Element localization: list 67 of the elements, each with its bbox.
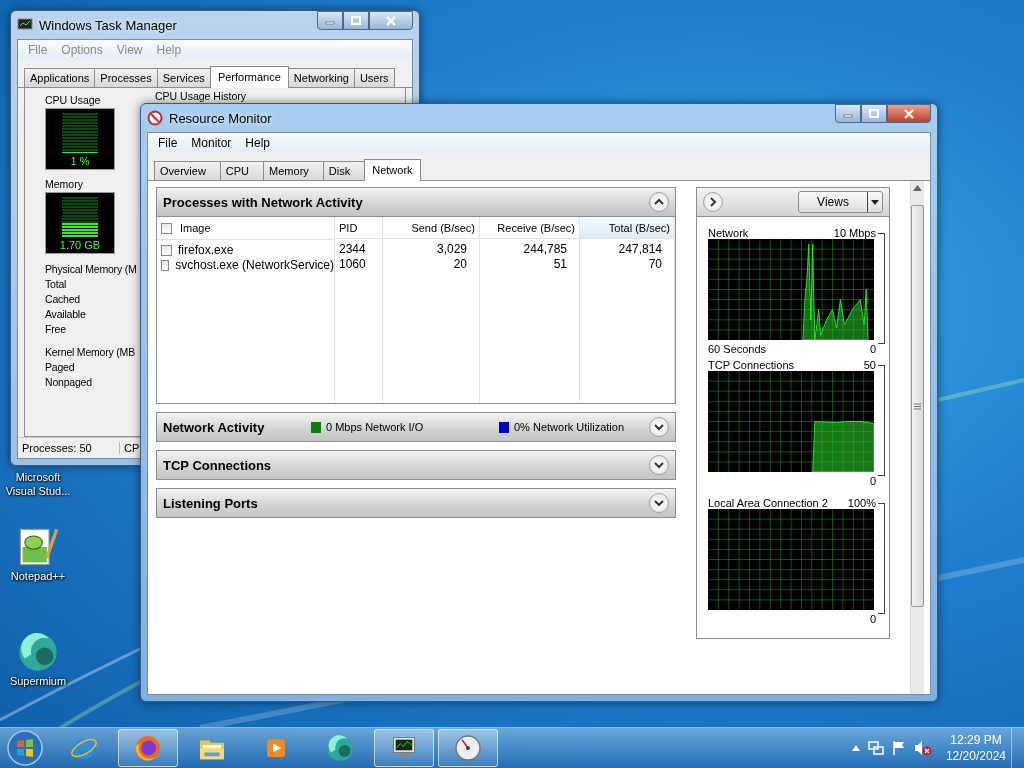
section-title: Network Activity: [163, 419, 266, 435]
tab[interactable]: Users: [353, 68, 395, 87]
meter-reading: 1 %: [70, 155, 90, 167]
menu-item[interactable]: Help: [239, 135, 277, 151]
tab[interactable]: Memory: [263, 161, 324, 180]
section-header[interactable]: Listening Ports: [156, 488, 676, 518]
window-title: Resource Monitor: [169, 110, 272, 126]
scale-max: 100%: [847, 497, 876, 509]
desktop-icon-label[interactable]: Supermium: [1, 674, 75, 688]
section-header[interactable]: Processes with Network Activity: [156, 187, 676, 217]
column-header[interactable]: Total (B/sec): [580, 217, 674, 239]
table-cell-text: 20: [452, 257, 468, 272]
table-cell-text: 2344: [338, 242, 367, 257]
stat-label: Total: [45, 277, 67, 292]
table-cell: firefox.exe: [178, 243, 234, 258]
menu-item[interactable]: Monitor: [185, 135, 238, 151]
stat-label: Paged: [45, 360, 75, 375]
desktop-icon-label[interactable]: Notepad++: [1, 569, 75, 583]
tab[interactable]: Applications: [24, 68, 96, 87]
table-cell-text: 51: [552, 257, 568, 272]
desktop-icon-label[interactable]: Microsoft Visual Stud...: [1, 470, 75, 498]
scale-min: 0: [869, 475, 876, 487]
tab[interactable]: Network: [364, 159, 421, 181]
stat-label: Nonpaged: [45, 375, 92, 390]
views-button[interactable]: Views: [798, 191, 883, 213]
table-cell: svchost.exe (NetworkService): [175, 258, 334, 273]
scale-min: 0: [869, 343, 876, 355]
stat-label: Free: [45, 322, 66, 337]
scale-min: 0: [869, 613, 876, 625]
clock-date[interactable]: 12/20/2024: [945, 748, 1006, 764]
graph-title: Network: [708, 227, 749, 239]
tab[interactable]: Disk: [322, 161, 366, 180]
stat-label: Available: [45, 307, 86, 322]
legend-label: 0 Mbps Network I/O: [326, 421, 424, 433]
legend-label: 0% Network Utilization: [514, 421, 625, 433]
section-title: Listening Ports: [163, 495, 259, 511]
tab[interactable]: Services: [156, 68, 211, 87]
tab[interactable]: Processes: [94, 68, 158, 87]
window-title: Windows Task Manager: [39, 17, 177, 33]
scale-max: 10 Mbps: [833, 227, 876, 239]
graph-title: Local Area Connection 2: [708, 497, 828, 509]
group-label: CPU Usage: [45, 94, 102, 106]
graph-title: TCP Connections: [708, 359, 794, 371]
table-cell-text: 3,029: [435, 242, 468, 257]
group-label: Memory: [45, 178, 84, 190]
meter-reading: 1.70 GB: [59, 239, 101, 251]
stat-label: Cached: [45, 292, 80, 307]
tab[interactable]: CPU: [219, 161, 265, 180]
table-cell-text: 247,814: [617, 242, 663, 257]
table-cell-text: 1060: [338, 257, 367, 272]
group-label: Kernel Memory (MB: [45, 345, 135, 360]
table-cell-text: 70: [647, 257, 663, 272]
section-title: TCP Connections: [163, 457, 273, 473]
section-header[interactable]: TCP Connections: [156, 450, 676, 480]
status-text: Processes: 50: [18, 442, 120, 454]
tab[interactable]: Networking: [287, 68, 355, 87]
time-span-label: 60 Seconds: [708, 343, 767, 355]
table-cell-text: 244,785: [522, 242, 568, 257]
tab[interactable]: Overview: [154, 161, 221, 180]
section-header[interactable]: Network Activity 0 Mbps Network I/O 0% Network Utilization: [156, 412, 676, 442]
tab[interactable]: Performance: [209, 66, 289, 88]
scale-max: 50: [863, 359, 876, 371]
section-title: Processes with Network Activity: [163, 194, 363, 210]
status-text: CP: [123, 442, 140, 454]
group-label: CPU Usage History: [155, 90, 247, 102]
group-label: Physical Memory (M: [45, 262, 137, 277]
menu-item[interactable]: File: [152, 135, 184, 151]
